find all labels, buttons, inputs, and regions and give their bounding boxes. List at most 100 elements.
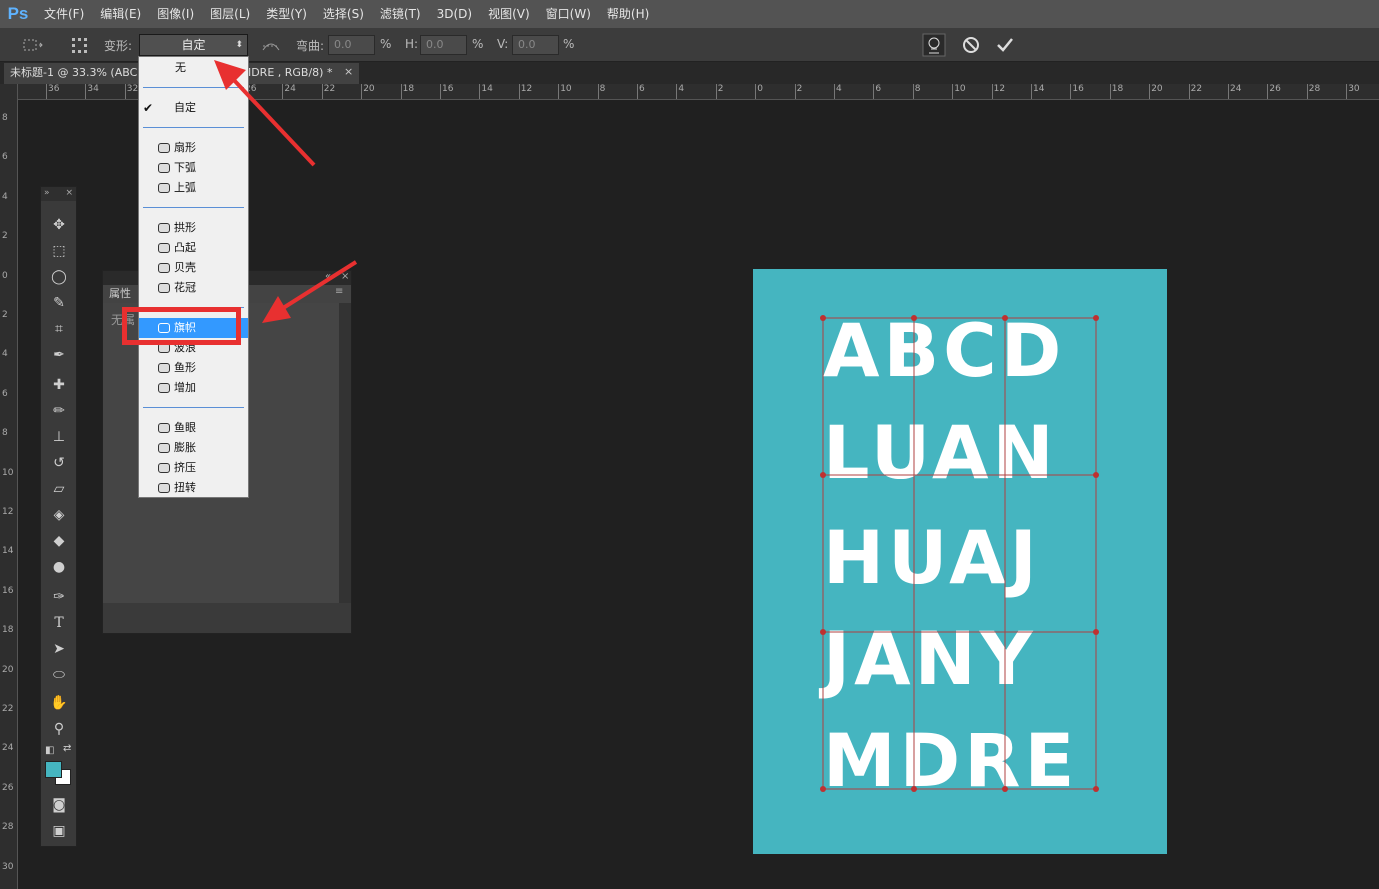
dropdown-item[interactable]: 增加 bbox=[139, 378, 248, 398]
commit-transform-icon[interactable] bbox=[996, 36, 1014, 54]
dropdown-item[interactable]: 膨胀 bbox=[139, 438, 248, 458]
dropdown-item[interactable]: 鱼眼 bbox=[139, 418, 248, 438]
menu-type[interactable]: 类型(Y) bbox=[258, 0, 315, 28]
clone-stamp-tool-icon[interactable]: ⊥ bbox=[49, 427, 69, 447]
fish-icon bbox=[158, 363, 170, 373]
quick-mask-icon[interactable]: ◙ bbox=[49, 795, 69, 815]
cancel-transform-icon[interactable] bbox=[962, 36, 980, 54]
menu-bar: Ps 文件(F) 编辑(E) 图像(I) 图层(L) 类型(Y) 选择(S) 滤… bbox=[0, 0, 1379, 28]
h-distortion-input[interactable]: 0.0 bbox=[420, 35, 467, 55]
close-panel-icon[interactable]: × bbox=[65, 187, 73, 201]
dropdown-item[interactable]: 凸起 bbox=[139, 238, 248, 258]
arc-upper-icon bbox=[158, 183, 170, 193]
menu-file[interactable]: 文件(F) bbox=[36, 0, 92, 28]
dropdown-item[interactable]: 花冠 bbox=[139, 278, 248, 298]
history-brush-tool-icon[interactable]: ↺ bbox=[49, 453, 69, 473]
dropdown-item[interactable]: 挤压 bbox=[139, 458, 248, 478]
menu-3d[interactable]: 3D(D) bbox=[429, 0, 480, 28]
close-panel-icon[interactable]: × bbox=[341, 271, 349, 282]
dropdown-item[interactable]: ✔ 自定 bbox=[139, 98, 248, 118]
puppet-warp-icon[interactable] bbox=[922, 33, 946, 57]
menu-filter[interactable]: 滤镜(T) bbox=[372, 0, 429, 28]
crop-tool-icon[interactable]: ⌗ bbox=[49, 319, 69, 339]
collapse-icon[interactable]: « bbox=[325, 271, 331, 282]
dropdown-item[interactable]: 无 bbox=[139, 58, 248, 78]
brush-tool-icon[interactable]: ✏ bbox=[49, 401, 69, 421]
ruler-label: 22 bbox=[1190, 84, 1203, 94]
warp-grid-icon[interactable] bbox=[70, 36, 90, 56]
pen-tool-icon[interactable]: ✑ bbox=[49, 587, 69, 607]
photoshop-logo: Ps bbox=[7, 4, 29, 23]
ruler-label: 14 bbox=[2, 546, 14, 557]
dropdown-item[interactable]: 扭转 bbox=[139, 478, 248, 498]
screen-mode-icon[interactable]: ▣ bbox=[49, 821, 69, 841]
ruler-label: 22 bbox=[323, 84, 336, 94]
ruler-label: 10 bbox=[560, 84, 572, 94]
dropdown-item-label: 膨胀 bbox=[174, 441, 196, 454]
hand-tool-icon[interactable]: ✋ bbox=[49, 693, 69, 713]
move-tool-icon[interactable]: ✥ bbox=[49, 215, 69, 235]
twist-icon bbox=[158, 483, 170, 493]
menu-help[interactable]: 帮助(H) bbox=[599, 0, 657, 28]
paint-bucket-tool-icon[interactable]: ◈ bbox=[49, 505, 69, 525]
ruler-label: 14 bbox=[481, 84, 493, 94]
dropdown-item[interactable]: 扇形 bbox=[139, 138, 248, 158]
menu-layer[interactable]: 图层(L) bbox=[202, 0, 258, 28]
foreground-color-swatch[interactable] bbox=[45, 761, 62, 778]
dropdown-item-label: 鱼眼 bbox=[174, 421, 196, 434]
v-percent: % bbox=[563, 37, 575, 51]
dropdown-item[interactable]: 上弧 bbox=[139, 178, 248, 198]
warp-orientation-icon[interactable] bbox=[260, 36, 282, 54]
marquee-tool-icon[interactable]: ⬚ bbox=[49, 241, 69, 261]
dropdown-item-label: 上弧 bbox=[174, 181, 196, 194]
dropdown-item[interactable]: 下弧 bbox=[139, 158, 248, 178]
ruler-label: 30 bbox=[2, 861, 14, 872]
default-colors-icon[interactable]: ◧ bbox=[45, 745, 54, 756]
ruler-label: 4 bbox=[836, 84, 842, 94]
ruler-label: 36 bbox=[48, 84, 60, 94]
menu-select[interactable]: 选择(S) bbox=[315, 0, 372, 28]
menu-window[interactable]: 窗口(W) bbox=[538, 0, 599, 28]
tools-panel-header[interactable]: » × bbox=[41, 187, 76, 201]
close-tab-icon[interactable]: × bbox=[344, 65, 353, 78]
dropdown-item-label: 贝壳 bbox=[174, 261, 196, 274]
ruler-label: 2 bbox=[717, 84, 724, 94]
eyedropper-tool-icon[interactable]: ✒ bbox=[49, 345, 69, 365]
ellipse-tool-icon[interactable]: ⬭ bbox=[49, 665, 69, 685]
check-icon: ✔ bbox=[143, 101, 154, 115]
panel-menu-icon[interactable]: ≡ bbox=[335, 286, 343, 297]
quick-selection-tool-icon[interactable]: ✎ bbox=[49, 293, 69, 313]
healing-brush-tool-icon[interactable]: ✚ bbox=[49, 375, 69, 395]
v-distortion-input[interactable]: 0.0 bbox=[512, 35, 559, 55]
bend-label: 弯曲: bbox=[296, 39, 325, 53]
lasso-tool-icon[interactable]: ◯ bbox=[49, 267, 69, 287]
move-tool-preset-icon[interactable] bbox=[22, 37, 44, 53]
eraser-tool-icon[interactable]: ▱ bbox=[49, 479, 69, 499]
path-selection-tool-icon[interactable]: ➤ bbox=[49, 639, 69, 659]
ruler-label: 18 bbox=[1111, 84, 1124, 94]
ruler-label: 12 bbox=[993, 84, 1006, 94]
blur-tool-icon[interactable]: ◆ bbox=[49, 531, 69, 551]
menu-view[interactable]: 视图(V) bbox=[480, 0, 538, 28]
bend-input[interactable]: 0.0 bbox=[328, 35, 375, 55]
h-label: H: bbox=[405, 37, 419, 51]
swap-colors-icon[interactable]: ⇄ bbox=[63, 743, 71, 754]
zoom-tool-icon[interactable]: ⚲ bbox=[49, 719, 69, 739]
type-tool-icon[interactable]: T bbox=[49, 613, 69, 633]
menu-image[interactable]: 图像(I) bbox=[149, 0, 202, 28]
dropdown-item[interactable]: 鱼形 bbox=[139, 358, 248, 378]
dropdown-item-label: 扇形 bbox=[174, 141, 196, 154]
menu-edit[interactable]: 编辑(E) bbox=[92, 0, 149, 28]
properties-scrollbar[interactable] bbox=[339, 303, 351, 603]
dropdown-item[interactable]: 贝壳 bbox=[139, 258, 248, 278]
v-label: V: bbox=[497, 37, 509, 51]
dodge-tool-icon[interactable]: ● bbox=[49, 557, 69, 577]
dropdown-item[interactable]: 拱形 bbox=[139, 218, 248, 238]
canvas-document[interactable]: ABCD LUAN HUAJ JANY MDRE bbox=[753, 269, 1167, 854]
warp-style-select[interactable]: 自定 ⬍ bbox=[139, 34, 248, 56]
warp-grid[interactable] bbox=[753, 269, 1167, 854]
dropdown-item-label: 拱形 bbox=[174, 221, 196, 234]
dropdown-separator bbox=[143, 207, 244, 208]
vertical-ruler: 8 6 4 2 0 2 4 6 8 10 12 14 16 18 20 22 24 26 28 30 bbox=[0, 84, 18, 889]
collapse-icon[interactable]: » bbox=[44, 187, 50, 201]
